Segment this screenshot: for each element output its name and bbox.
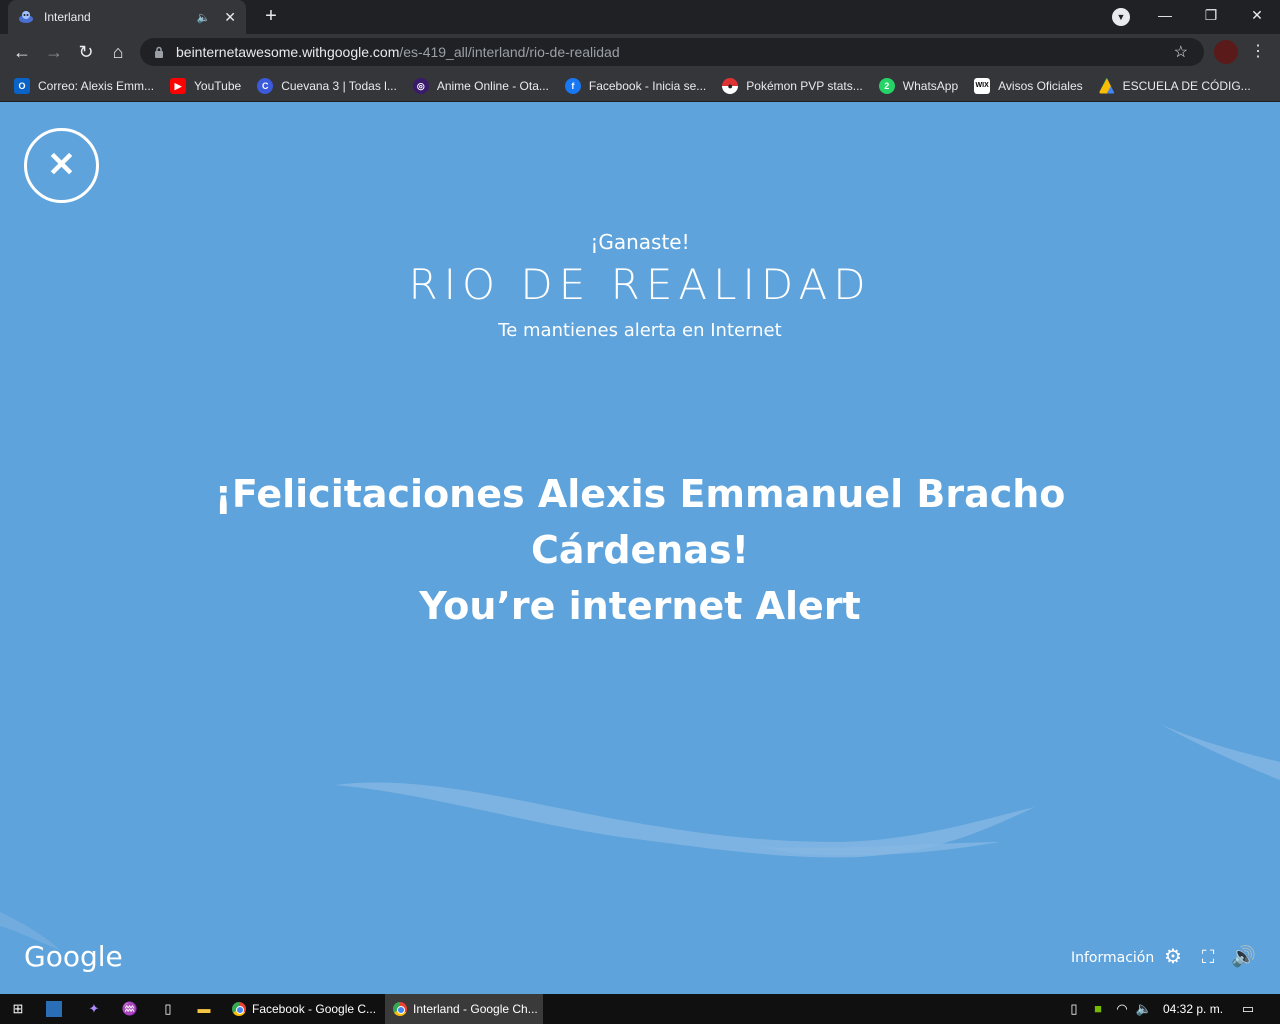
bookmark-item[interactable]: ◎ Anime Online - Ota... <box>412 77 549 94</box>
notification-icon[interactable]: ▭ <box>1238 999 1258 1019</box>
home-icon[interactable]: ⌂ <box>106 40 130 64</box>
reload-icon[interactable]: ↻ <box>74 40 98 64</box>
drive-icon <box>1098 77 1115 94</box>
forward-icon[interactable]: → <box>42 40 66 64</box>
usb-icon[interactable]: ▯ <box>1064 999 1084 1019</box>
minimize-button[interactable]: — <box>1142 0 1188 32</box>
congratulations-message: ¡Felicitaciones Alexis Emmanuel Bracho C… <box>0 466 1280 634</box>
lock-icon <box>155 46 163 58</box>
bookmark-item[interactable]: ESCUELA DE CÓDIG... <box>1098 77 1251 94</box>
url-host: beinternetawesome.withgoogle.com <box>176 44 400 60</box>
tab-title: Interland <box>44 10 91 24</box>
interland-favicon-icon <box>19 11 33 23</box>
pinned-app-icon[interactable]: ✦ <box>84 999 104 1019</box>
close-window-button[interactable]: ✕ <box>1234 0 1280 32</box>
browser-menu-icon[interactable]: ⋮ <box>1250 40 1266 64</box>
close-game-button[interactable]: ✕ <box>24 128 99 203</box>
file-icon[interactable]: ▯ <box>158 999 178 1019</box>
bookmark-item[interactable]: ● Pokémon PVP stats... <box>722 77 863 94</box>
youtube-icon: ▶ <box>170 77 187 94</box>
bookmark-item[interactable]: ▶ YouTube <box>170 77 241 94</box>
profile-avatar[interactable] <box>1214 40 1238 64</box>
browser-window: Interland 🔈 ✕ + ▼ — ❐ ✕ ← → ↻ ⌂ beintern… <box>0 0 1280 1024</box>
pinned-app-icon[interactable]: ♒ <box>120 999 140 1019</box>
tab-audio-icon[interactable]: 🔈 <box>197 11 211 24</box>
bookmark-item[interactable]: 2 WhatsApp <box>878 77 958 94</box>
tab-interland[interactable]: Interland 🔈 ✕ <box>8 0 246 34</box>
tab-search-icon[interactable]: ▼ <box>1112 8 1130 26</box>
restore-button[interactable]: ❐ <box>1188 0 1234 32</box>
game-page: ✕ ¡Ganaste! RIO DE REALIDAD Te mantienes… <box>0 102 1280 994</box>
whatsapp-icon: 2 <box>878 77 895 94</box>
cuevana-icon: C <box>257 77 274 94</box>
congrats-line-1: ¡Felicitaciones Alexis Emmanuel Bracho <box>214 472 1066 516</box>
volume-icon[interactable]: 🔊 <box>1231 945 1256 969</box>
google-logo: Google <box>24 940 123 973</box>
bookmark-star-icon[interactable]: ☆ <box>1174 42 1188 62</box>
facebook-icon: f <box>564 77 581 94</box>
chrome-icon <box>393 1002 407 1016</box>
chrome-icon <box>232 1002 246 1016</box>
pinned-app-icon[interactable] <box>46 1001 62 1017</box>
bookmark-item[interactable]: f Facebook - Inicia se... <box>564 77 706 94</box>
outlook-icon: O <box>14 77 30 94</box>
bookmark-item[interactable]: O Correo: Alexis Emm... <box>14 77 154 94</box>
taskbar-app-facebook[interactable]: Facebook - Google C... <box>224 994 382 1024</box>
nvidia-icon[interactable]: ■ <box>1088 999 1108 1019</box>
info-link[interactable]: Información <box>1071 950 1154 966</box>
congrats-line-3: You’re internet Alert <box>419 584 861 628</box>
windows-taskbar: ⊞ ✦ ♒ ▯ ▬ Facebook - Google C... Interla… <box>0 994 1280 1024</box>
bookmark-item[interactable]: C Cuevana 3 | Todas l... <box>257 77 397 94</box>
pokeball-icon: ● <box>722 77 739 94</box>
speaker-icon[interactable]: 🔈 <box>1134 999 1154 1019</box>
taskbar-app-interland[interactable]: Interland - Google Ch... <box>385 994 543 1024</box>
browser-toolbar: ← → ↻ ⌂ beinternetawesome.withgoogle.com… <box>0 34 1280 70</box>
game-title: RIO DE REALIDAD <box>408 260 872 309</box>
taskbar-clock[interactable]: 04:32 p. m. <box>1163 1002 1223 1016</box>
congrats-line-2: Cárdenas! <box>531 528 749 572</box>
back-icon[interactable]: ← <box>10 40 34 64</box>
address-bar[interactable]: beinternetawesome.withgoogle.com/es-419_… <box>140 38 1204 66</box>
windows-start-icon[interactable]: ⊞ <box>8 999 28 1019</box>
fullscreen-icon[interactable]: ⛶ <box>1196 945 1220 969</box>
win-heading: ¡Ganaste! <box>590 230 690 254</box>
wix-icon: WIX <box>974 77 991 94</box>
bookmark-item[interactable]: WIX Avisos Oficiales <box>974 77 1083 94</box>
url-path: /es-419_all/interland/rio-de-realidad <box>399 44 620 60</box>
anime-icon: ◎ <box>412 77 429 94</box>
bookmarks-bar: O Correo: Alexis Emm... ▶ YouTube C Cuevana… <box>0 70 1280 102</box>
new-tab-button[interactable]: + <box>260 5 282 27</box>
folder-icon[interactable]: ▬ <box>194 999 214 1019</box>
wifi-icon[interactable]: ◠ <box>1112 999 1132 1019</box>
tab-strip: Interland 🔈 ✕ + ▼ — ❐ ✕ <box>0 0 1280 34</box>
game-subtitle: Te mantienes alerta en Internet <box>498 320 782 341</box>
settings-gear-icon[interactable]: ⚙ <box>1161 945 1185 969</box>
tab-close-icon[interactable]: ✕ <box>224 9 236 26</box>
